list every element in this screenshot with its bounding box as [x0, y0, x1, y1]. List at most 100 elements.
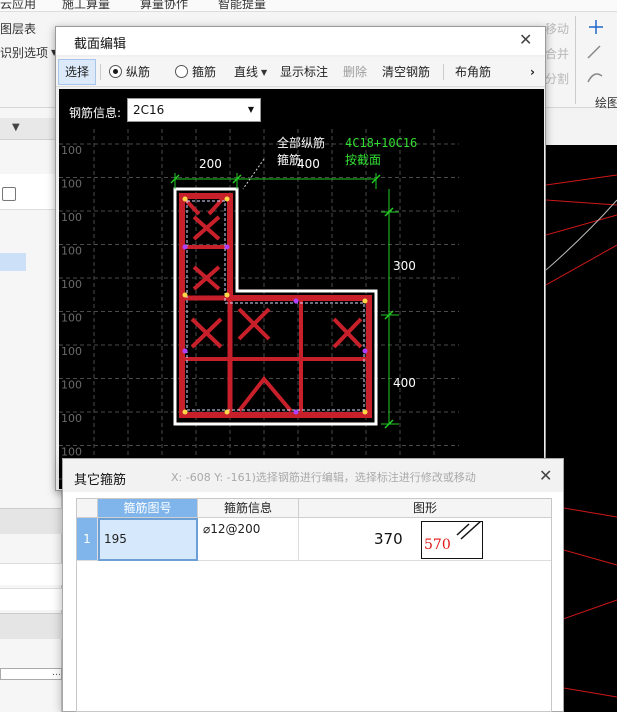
dim-right-bottom[interactable]: 400 [393, 376, 416, 390]
section-edit-dialog: 截面编辑 ✕ 选择 纵筋 箍筋 直线 ▼ 显示标注 删除 清空钢筋 布角筋 › 1… [55, 26, 546, 491]
grid-label: 100 [61, 446, 82, 459]
annotation-summary[interactable]: 4C18+10C16 [345, 136, 417, 150]
left-panel-section [0, 508, 62, 534]
grid-label: 100 [61, 379, 82, 392]
ribbon-divider [575, 16, 576, 104]
rebar-point[interactable] [182, 292, 188, 298]
grid-label: 100 [61, 211, 82, 224]
grid-label: 100 [61, 245, 82, 258]
hook-mark [192, 215, 221, 241]
ribbon-merge[interactable]: 合并 [545, 45, 569, 62]
rebar-point[interactable] [182, 348, 188, 354]
ribbon-move[interactable]: 移动 [545, 20, 569, 37]
rebar-point[interactable] [293, 298, 299, 304]
col-header-info[interactable]: 箍筋信息 [198, 499, 299, 518]
cell-shape[interactable]: 370 570 [299, 518, 551, 561]
menu-tab-construction[interactable]: 施工算量 [62, 0, 110, 12]
rebar-point[interactable] [293, 409, 299, 415]
rebar-point[interactable] [362, 409, 368, 415]
rebar-point[interactable] [182, 409, 188, 415]
col-header-shape[interactable]: 图形 [299, 499, 551, 518]
radio-unselected-icon [175, 65, 188, 78]
grid-label: 100 [61, 278, 82, 291]
rebar-point[interactable] [362, 298, 368, 304]
left-panel-section [0, 613, 62, 639]
row-index[interactable]: 1 [77, 518, 98, 561]
chevron-down-icon: ▼ [261, 68, 268, 77]
grid-label: 100 [61, 144, 82, 157]
leader-line [242, 158, 265, 190]
longitudinal-radio[interactable]: 纵筋 [109, 57, 150, 87]
grid-label: 100 [61, 312, 82, 325]
ribbon-split[interactable]: 分割 [545, 70, 569, 87]
clear-rebar-button[interactable]: 清空钢筋 [382, 57, 430, 87]
list-icon[interactable] [2, 187, 16, 201]
left-panel-row[interactable] [0, 588, 62, 610]
annotation-stirrup[interactable]: 箍筋 [277, 152, 301, 167]
draw-tools-icon[interactable] [584, 18, 608, 88]
left-panel-row[interactable] [0, 563, 62, 585]
ribbon-recognize-options[interactable]: 识别选项 [0, 44, 48, 61]
rebar-info-value: 2C16 [133, 103, 165, 117]
close-icon[interactable]: ✕ [519, 32, 532, 48]
shape-dim-b: 570 [424, 537, 451, 553]
grid-label: 100 [61, 345, 82, 358]
stirrup-dialog-titlebar[interactable]: 其它箍筋 X: -608 Y: -161)选择钢筋进行编辑，选择标注进行修改或移… [63, 459, 563, 492]
grid-label: 100 [61, 412, 82, 425]
rebar-group [178, 192, 372, 418]
menu-tab-smart[interactable]: 智能提量 [218, 0, 266, 12]
line-dropdown[interactable]: 直线 ▼ [234, 57, 267, 87]
status-text: X: -608 Y: -161)选择钢筋进行编辑，选择标注进行修改或移动 [171, 471, 476, 484]
rebar-point[interactable] [224, 244, 230, 250]
rebar-point[interactable] [182, 244, 188, 250]
stirrup-table: 箍筋图号 箍筋信息 图形 1 195 ⌀12@200 370 570 [76, 498, 552, 712]
rebar-point[interactable] [224, 196, 230, 202]
rebar-point[interactable] [362, 348, 368, 354]
annotation-all-longitudinal[interactable]: 全部纵筋 [277, 135, 325, 150]
close-icon[interactable]: ✕ [539, 468, 552, 484]
other-stirrups-dialog: 其它箍筋 X: -608 Y: -161)选择钢筋进行编辑，选择标注进行修改或移… [62, 458, 564, 712]
grid [59, 129, 459, 489]
cell-stirrup-info[interactable]: ⌀12@200 [198, 518, 299, 561]
table-corner [77, 499, 98, 518]
rebar-point[interactable] [224, 292, 230, 298]
left-panel-selected-item[interactable] [0, 253, 26, 271]
stirrup-dialog-title: 其它箍筋 [74, 473, 127, 488]
cell-shape-number[interactable]: 195 [98, 518, 198, 561]
select-button[interactable]: 选择 [58, 59, 97, 85]
chevron-down-icon: ▼ [247, 105, 254, 114]
left-panel: ▼ … [0, 108, 62, 712]
section-dialog-titlebar[interactable]: 截面编辑 ✕ [56, 27, 545, 55]
ribbon-draw-group: 绘图 [595, 96, 617, 110]
toolbar-divider [443, 64, 444, 80]
section-dialog-title: 截面编辑 [74, 37, 127, 52]
rebar-info-select[interactable]: 2C16 ▼ [127, 98, 261, 122]
show-labels-button[interactable]: 显示标注 [280, 57, 328, 87]
delete-button[interactable]: 删除 [343, 57, 367, 87]
toolbar-divider [100, 64, 101, 80]
stirrup-label: 箍筋 [192, 65, 217, 79]
shape-dim-a: 370 [374, 530, 403, 548]
more-icon[interactable]: … [52, 668, 61, 678]
dim-top-left[interactable]: 200 [199, 157, 222, 171]
hook-mark [332, 317, 363, 349]
col-header-shape-number[interactable]: 箍筋图号 [98, 499, 198, 518]
rebar-point[interactable] [224, 409, 230, 415]
stirrup-radio[interactable]: 箍筋 [175, 57, 216, 87]
section-canvas[interactable]: 100100100100100100100100100100100 [59, 89, 544, 489]
menu-tab-cloud[interactable]: 云应用 [0, 0, 36, 12]
rebar-info-label: 钢筋信息: [69, 106, 122, 120]
rebar-point[interactable] [182, 196, 188, 202]
stirrup-shape-icon: 570 [421, 521, 483, 559]
corner-stirrup[interactable] [179, 295, 233, 418]
left-panel-header[interactable]: ▼ [0, 118, 62, 140]
dim-right-top[interactable]: 300 [393, 259, 416, 273]
annotation-by-section[interactable]: 按截面 [345, 153, 381, 167]
radio-selected-icon [109, 65, 122, 78]
ribbon-layer-table[interactable]: 图层表 [0, 20, 36, 37]
toolbar-more-icon[interactable]: › [530, 57, 535, 87]
menu-bar: 云应用 施工算量 算量协作 智能提量 [0, 0, 617, 12]
longitudinal-label: 纵筋 [126, 65, 151, 79]
corner-rebar-button[interactable]: 布角筋 [455, 57, 491, 87]
menu-tab-collab[interactable]: 算量协作 [140, 0, 188, 12]
